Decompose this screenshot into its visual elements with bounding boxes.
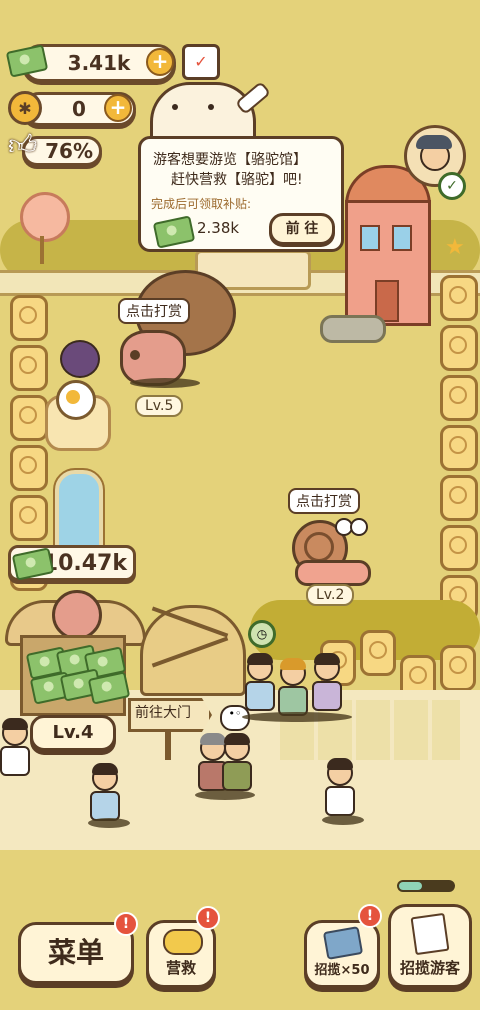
recruit-visitors-button[interactable]: 招揽游客 [388,904,472,988]
visitor [312,653,342,711]
shopkeeper [52,590,102,640]
rescue-label: 营救 [165,959,196,977]
reward-value: 2.38k [197,219,240,237]
recruit-50-button[interactable]: 招揽×50 [304,920,380,988]
go-button[interactable]: 前 往 [269,213,335,245]
shop-money-value: 10.47k [42,550,127,576]
lollipop-icon [20,192,70,242]
papers-icon [410,912,450,956]
visitor [325,758,355,816]
visitor [222,733,252,791]
add-money-button[interactable]: + [146,48,174,76]
gate-sign-label: 前往大门 [135,705,191,721]
helicopter-icon [163,929,203,955]
visitor [245,653,275,711]
recruit-progress [397,880,455,892]
money-value: 3.41k [67,51,131,75]
clock-icon[interactable]: ◷ [248,620,276,648]
recruit-alert-badge: ! [358,904,382,928]
animal-level-2: Lv.2 [306,584,355,606]
reward-label: 完成后可领取补贴: [151,197,252,211]
money-icon [152,215,196,249]
checkmark-icon: ✓ [438,172,466,200]
animal-level-1: Lv.5 [135,395,184,417]
tip-label-2[interactable]: 点击打赏 [288,488,360,514]
shop-level-button[interactable]: Lv.4 [30,715,116,751]
grapes [60,340,100,378]
paw-icon: ✱ [8,91,42,125]
thumbs-up-icon: 👍︎ [8,128,38,161]
star-icon: ★ [445,235,465,260]
recruit-50-label: 招揽×50 [314,963,370,978]
visitor [0,718,30,776]
paw-value: 0 [72,97,86,121]
tip-label-1[interactable]: 点击打赏 [118,298,190,324]
quest-bubble: 游客想要游览【骆驼馆】 赶快营救【骆驼】吧! 完成后可领取补贴: 2.38k 前… [138,136,344,252]
quest-line-2: 赶快营救【骆驼】吧! [171,172,303,188]
rescue-button[interactable]: 营救 [146,920,216,988]
rating-value: 76% [45,139,93,163]
visitor [90,763,120,821]
add-paw-button[interactable]: + [104,94,132,122]
recruit-visitors-label: 招揽游客 [399,959,460,977]
menu-alert-badge: ! [114,912,138,936]
tickets-icon [322,926,364,960]
rescue-alert-badge: ! [196,906,220,930]
quest-line-1: 游客想要游览【骆驼馆】 [153,152,307,168]
rock [320,315,386,343]
calendar-check-icon[interactable]: ✓ [182,44,220,80]
visitor [278,658,308,716]
